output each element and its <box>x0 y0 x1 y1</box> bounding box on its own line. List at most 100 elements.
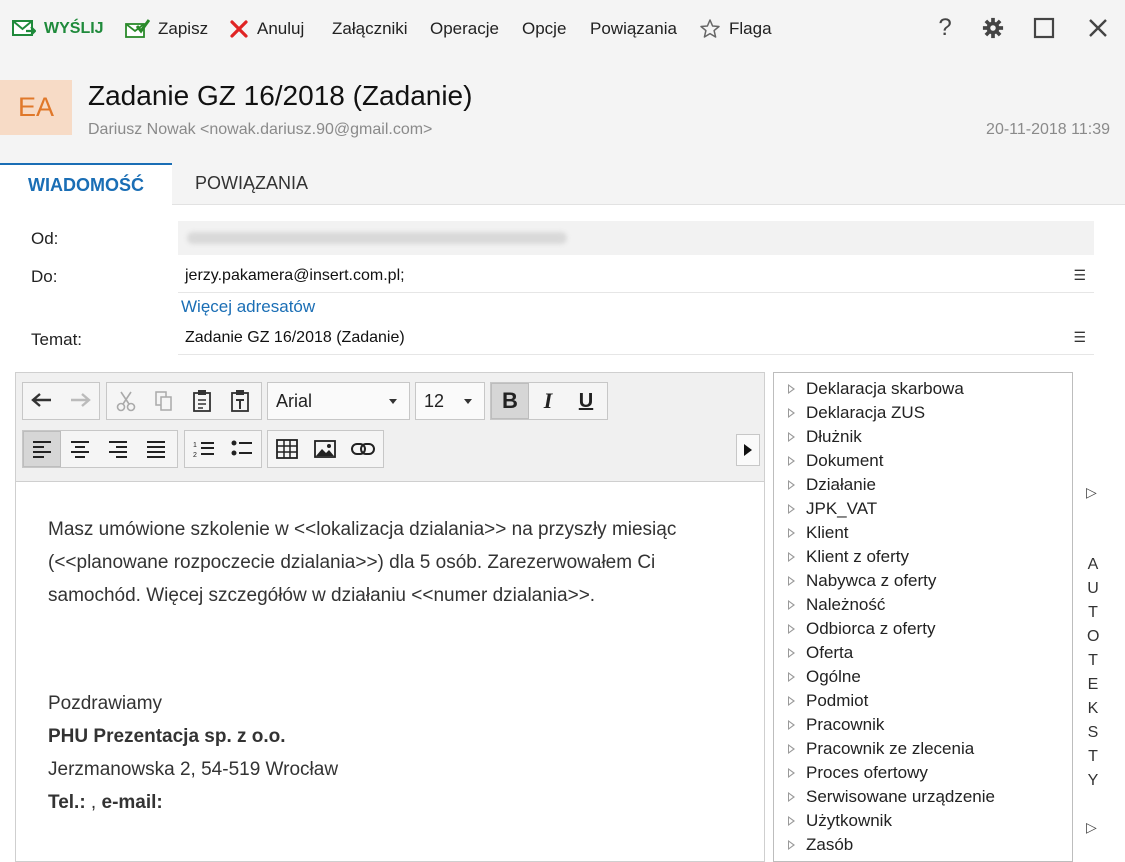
tree-item-label: Nabywca z oferty <box>806 571 937 590</box>
hamburger-menu-icon[interactable]: ☰ <box>1073 267 1086 284</box>
align-justify-icon <box>147 441 165 458</box>
font-size-select[interactable]: 12 <box>415 382 485 420</box>
tree-item[interactable]: Pracownik ze zlecenia <box>788 737 974 761</box>
tree-item[interactable]: JPK_VAT <box>788 497 877 521</box>
settings-button[interactable] <box>978 13 1008 43</box>
tree-item[interactable]: Odbiorca z oferty <box>788 617 935 641</box>
tree-item[interactable]: Deklaracja skarbowa <box>788 377 964 401</box>
svg-text:1: 1 <box>193 442 197 449</box>
cancel-button[interactable]: Anuluj <box>229 0 304 57</box>
tree-item[interactable]: Klient <box>788 521 849 545</box>
expand-triangle-icon <box>788 432 795 442</box>
hamburger-menu-icon[interactable]: ☰ <box>1073 329 1086 346</box>
expand-triangle-icon <box>788 720 795 730</box>
tab-message[interactable]: WIADOMOŚĆ <box>0 163 172 205</box>
cut-button[interactable] <box>107 383 145 419</box>
send-mail-icon <box>12 19 36 36</box>
attachments-menu[interactable]: Załączniki <box>332 0 408 57</box>
toolbar-expand-button[interactable] <box>736 434 760 466</box>
subject-field[interactable]: Zadanie GZ 16/2018 (Zadanie) ☰ <box>178 321 1094 355</box>
flag-button[interactable]: Flaga <box>699 0 772 57</box>
expand-triangle-icon <box>788 456 795 466</box>
paste-button[interactable] <box>183 383 221 419</box>
tree-item[interactable]: Proces ofertowy <box>788 761 928 785</box>
copy-button[interactable] <box>145 383 183 419</box>
close-button[interactable] <box>1083 13 1113 43</box>
numbered-list-icon: 12 <box>193 442 214 459</box>
paste-text-icon <box>231 390 249 412</box>
autotext-side-tab[interactable] <box>1073 372 1125 857</box>
from-field <box>178 221 1094 255</box>
close-red-icon <box>230 19 248 38</box>
autotext-tree: Deklaracja skarbowa Deklaracja ZUS Dłużn… <box>773 372 1073 862</box>
align-right-button[interactable] <box>99 431 137 467</box>
insert-link-button[interactable] <box>344 431 382 467</box>
expand-triangle-icon <box>788 576 795 586</box>
insert-image-button[interactable] <box>306 431 344 467</box>
tree-item[interactable]: Klient z oferty <box>788 545 909 569</box>
help-button[interactable]: ? <box>930 13 960 43</box>
justify-button[interactable] <box>137 431 175 467</box>
italic-button[interactable]: I <box>529 383 567 419</box>
expand-triangle-icon <box>788 600 795 610</box>
tree-item[interactable]: Podmiot <box>788 689 868 713</box>
tree-item-label: Serwisowane urządzenie <box>806 787 995 806</box>
message-date: 20-11-2018 11:39 <box>986 121 1110 138</box>
tree-item[interactable]: Użytkownik <box>788 809 892 833</box>
message-body[interactable]: Masz umówione szkolenie w <<lokalizacja … <box>48 513 676 819</box>
help-icon: ? <box>938 14 952 41</box>
tree-item[interactable]: Nabywca z oferty <box>788 569 936 593</box>
tree-item[interactable]: Dłużnik <box>788 425 862 449</box>
font-family-select[interactable]: Arial <box>267 382 410 420</box>
align-center-icon <box>71 441 89 458</box>
operations-menu[interactable]: Operacje <box>430 0 499 57</box>
insert-table-button[interactable] <box>268 431 306 467</box>
tree-item[interactable]: Oferta <box>788 641 853 665</box>
tree-item[interactable]: Zasób <box>788 833 853 857</box>
align-left-button[interactable] <box>23 431 61 467</box>
links-label: Powiązania <box>590 18 677 38</box>
tree-item[interactable]: Ogólne <box>788 665 861 689</box>
insert-group <box>267 430 384 468</box>
tree-item[interactable]: Serwisowane urządzenie <box>788 785 995 809</box>
to-field[interactable]: jerzy.pakamera@insert.com.pl; ☰ <box>178 259 1094 293</box>
undo-redo-group <box>22 382 100 420</box>
address-line: Jerzmanowska 2, 54-519 Wrocław <box>48 759 339 780</box>
numbered-list-button[interactable]: 12 <box>185 431 223 467</box>
expand-right-icon[interactable]: ▷ <box>1086 484 1097 501</box>
side-tab-letter: U <box>1087 580 1099 597</box>
body-line: (<<planowane rozpoczecie dzialania>>) dl… <box>48 552 656 573</box>
expand-triangle-icon <box>788 384 795 394</box>
redo-button[interactable] <box>61 383 99 419</box>
tel-label: Tel.: <box>48 792 86 813</box>
tree-item-label: JPK_VAT <box>806 499 878 518</box>
align-center-button[interactable] <box>61 431 99 467</box>
more-recipients-link[interactable]: Więcej adresatów <box>181 297 315 317</box>
maximize-button[interactable] <box>1029 13 1059 43</box>
bullet-list-button[interactable] <box>223 431 261 467</box>
link-icon <box>351 443 375 455</box>
sender-info: Dariusz Nowak <nowak.dariusz.90@gmail.co… <box>88 121 433 138</box>
side-tab-letter: T <box>1088 748 1098 765</box>
tab-links[interactable]: POWIĄZANIA <box>195 163 308 204</box>
underline-button[interactable]: U <box>567 383 605 419</box>
tree-item[interactable]: Dokument <box>788 449 883 473</box>
tree-item[interactable]: Pracownik <box>788 713 884 737</box>
bold-button[interactable]: B <box>491 383 529 419</box>
paste-text-button[interactable] <box>221 383 259 419</box>
tree-item[interactable]: Należność <box>788 593 885 617</box>
page-title: Zadanie GZ 16/2018 (Zadanie) <box>88 80 473 111</box>
tree-item[interactable]: Deklaracja ZUS <box>788 401 925 425</box>
tree-item[interactable]: Działanie <box>788 473 876 497</box>
undo-button[interactable] <box>23 383 61 419</box>
redo-icon <box>71 393 91 407</box>
maximize-icon <box>1033 17 1055 39</box>
expand-right-icon[interactable]: ▷ <box>1086 819 1097 836</box>
copy-icon <box>155 391 172 411</box>
tree-item-label: Klient z oferty <box>806 547 909 566</box>
send-button[interactable]: WYŚLIJ <box>12 0 104 57</box>
save-button[interactable]: Zapisz <box>124 0 208 57</box>
tree-item-label: Należność <box>806 595 886 614</box>
links-menu[interactable]: Powiązania <box>590 0 677 57</box>
options-menu[interactable]: Opcje <box>522 0 566 57</box>
